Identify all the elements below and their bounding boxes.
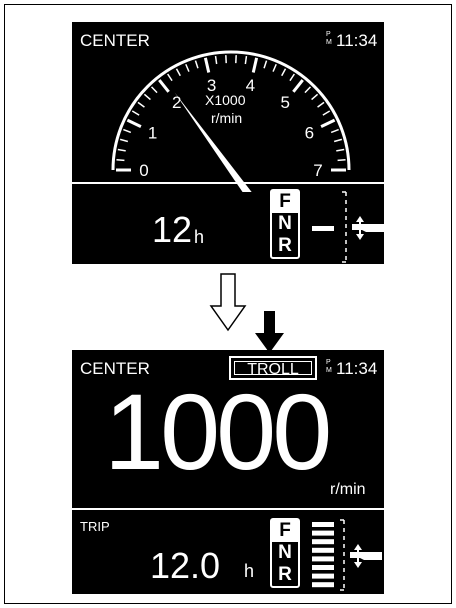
minor-tick (333, 138, 343, 143)
trim-segment (312, 573, 334, 579)
minor-tick (289, 73, 295, 82)
engine-hours-value: 12 (152, 209, 193, 250)
major-tick (292, 79, 304, 93)
trim-level-bar (312, 226, 334, 231)
gauge-screen-troll-mode: CENTER TROLL P M 11:34 1000 r/min TRIP 1… (72, 350, 384, 594)
minor-tick (337, 158, 346, 162)
rpm-unit-label: r/min (330, 481, 366, 498)
tick-label-4: 4 (246, 76, 255, 95)
minor-tick (119, 138, 129, 143)
major-tick (320, 118, 336, 128)
major-tick (158, 79, 170, 93)
minor-tick (175, 68, 181, 77)
gauge-screen-tachometer: CENTER P M 11:34 01234567 X1000 r/min 12… (72, 22, 384, 264)
transition-arrow (209, 273, 247, 332)
minor-tick (311, 93, 319, 101)
minor-tick (336, 148, 345, 152)
trip-label: TRIP (80, 519, 110, 534)
minor-tick (263, 60, 268, 69)
minor-tick (150, 86, 158, 94)
trim-segment (312, 565, 334, 570)
engine-hours-unit: h (194, 227, 205, 247)
tick-label-0: 0 (139, 161, 148, 180)
minor-tick (304, 86, 312, 94)
minor-tick (272, 63, 277, 72)
outboard-motor-icon (352, 216, 384, 240)
minor-tick (131, 110, 140, 116)
tick-label-2: 2 (172, 93, 181, 112)
minor-tick (330, 128, 339, 134)
trim-segment (312, 582, 334, 588)
minor-tick (116, 158, 125, 162)
clock-time: 11:34 (336, 359, 378, 378)
gear-reverse: R (278, 235, 292, 256)
minor-tick (244, 55, 248, 65)
minor-tick (167, 73, 173, 82)
divider-line (72, 508, 384, 510)
gear-neutral: N (278, 213, 292, 234)
minor-tick (194, 60, 199, 69)
major-tick (251, 57, 259, 73)
shift-position-indicator: F N R (270, 189, 300, 259)
rpm-unit-label: r/min (211, 110, 243, 126)
minor-tick (117, 148, 126, 152)
minor-tick (137, 101, 145, 108)
minor-tick (322, 110, 331, 116)
gear-neutral: N (278, 542, 292, 563)
major-tick (203, 57, 211, 73)
tick-label-7: 7 (313, 161, 322, 180)
trim-segment (312, 556, 334, 562)
trim-segment (312, 522, 334, 527)
rpm-readout: 1000 (104, 371, 332, 492)
outboard-motor-icon (350, 544, 382, 568)
trim-segment (312, 530, 334, 536)
trim-gauge (312, 519, 382, 591)
gear-forward: F (272, 520, 298, 542)
minor-tick (143, 93, 151, 101)
rpm-multiplier-label: X1000 (205, 92, 246, 108)
hollow-down-arrow-icon (209, 273, 247, 332)
minor-tick (185, 63, 190, 72)
trip-hours-unit: h (244, 561, 255, 581)
trim-segments (312, 522, 334, 588)
minor-tick (123, 128, 132, 134)
minor-tick (317, 101, 325, 108)
trim-segment (312, 547, 334, 553)
trim-indicator (312, 191, 384, 263)
trim-segment (312, 539, 334, 545)
minor-tick (214, 55, 218, 65)
trip-hours-value: 12.0 (150, 545, 221, 586)
tick-label-6: 6 (305, 123, 314, 142)
divider-line (72, 182, 384, 184)
troll-pointer (255, 311, 284, 353)
major-tick (126, 118, 142, 128)
solid-down-arrow-icon (255, 311, 284, 353)
shift-position-indicator: F N R (270, 518, 300, 588)
gear-forward: F (272, 191, 298, 213)
minor-tick (281, 68, 287, 77)
gear-reverse: R (278, 564, 292, 585)
tick-label-1: 1 (148, 123, 157, 142)
tick-label-5: 5 (281, 93, 290, 112)
